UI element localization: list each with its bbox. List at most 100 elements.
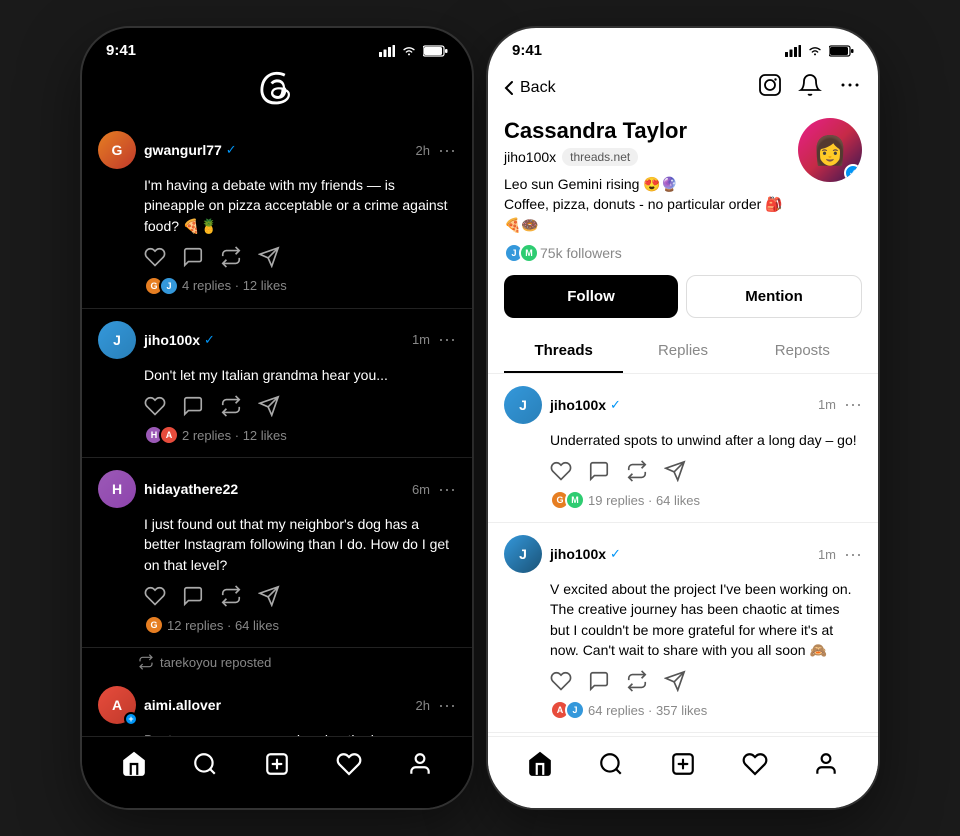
share-btn-2[interactable] bbox=[258, 395, 280, 417]
post-2-header-right: 1m ··· bbox=[412, 329, 456, 350]
more-horizontal-icon bbox=[838, 73, 862, 97]
like-btn-3[interactable] bbox=[144, 585, 166, 607]
notification-icon-btn[interactable] bbox=[798, 73, 822, 102]
repost-btn-1[interactable] bbox=[220, 246, 242, 268]
pp-2-header: J jiho100x ✓ 1m ··· bbox=[504, 535, 862, 573]
right-nav-likes[interactable] bbox=[734, 743, 776, 790]
tab-threads[interactable]: Threads bbox=[504, 330, 623, 373]
nav-profile[interactable] bbox=[399, 743, 441, 790]
mention-button[interactable]: Mention bbox=[686, 275, 862, 318]
post-2-verified: ✓ bbox=[204, 332, 215, 348]
signal-icon bbox=[379, 45, 395, 57]
profile-posts[interactable]: J jiho100x ✓ 1m ··· Underrated spots to … bbox=[488, 374, 878, 764]
post-2-time: 1m bbox=[412, 332, 430, 347]
post-3-user-info: H hidayathere22 bbox=[98, 470, 238, 508]
share-btn-1[interactable] bbox=[258, 246, 280, 268]
post-1-stats: G J 4 replies · 12 likes bbox=[144, 276, 456, 296]
follower-av-2: M bbox=[519, 243, 539, 263]
pp-1-header-right: 1m ··· bbox=[818, 394, 862, 415]
post-2-mini-avatars: H A bbox=[144, 425, 174, 445]
followers-count: 75k followers bbox=[540, 245, 622, 261]
pp-1-stats: G M 19 replies · 64 likes bbox=[550, 490, 862, 510]
like-btn-2[interactable] bbox=[144, 395, 166, 417]
pp-repost-btn-1[interactable] bbox=[626, 460, 648, 482]
post-4-username: aimi.allover bbox=[144, 697, 221, 713]
comment-btn-1[interactable] bbox=[182, 246, 204, 268]
pp-like-btn-2[interactable] bbox=[550, 670, 572, 692]
profile-post-1: J jiho100x ✓ 1m ··· Underrated spots to … bbox=[488, 374, 878, 523]
post-3-username: hidayathere22 bbox=[144, 481, 238, 497]
threads-site-badge: threads.net bbox=[562, 148, 638, 166]
pp-1-user-info: J jiho100x ✓ bbox=[504, 386, 621, 424]
profile-nav-header: Back bbox=[488, 63, 878, 110]
right-status-icons bbox=[785, 45, 854, 57]
post-2-username-row: jiho100x ✓ bbox=[144, 332, 215, 348]
right-status-time: 9:41 bbox=[512, 42, 542, 59]
repost-btn-3[interactable] bbox=[220, 585, 242, 607]
comment-btn-3[interactable] bbox=[182, 585, 204, 607]
right-signal-icon bbox=[785, 45, 801, 57]
pp-1-stats-text: 19 replies · 64 likes bbox=[588, 493, 700, 508]
pp-2-more[interactable]: ··· bbox=[844, 544, 862, 565]
pp-comment-btn-1[interactable] bbox=[588, 460, 610, 482]
post-2-more[interactable]: ··· bbox=[438, 329, 456, 350]
pp-share-btn-1[interactable] bbox=[664, 460, 686, 482]
profile-post-2: J jiho100x ✓ 1m ··· V excited about the … bbox=[488, 523, 878, 733]
post-2-username: jiho100x bbox=[144, 332, 200, 348]
nav-new-post[interactable] bbox=[256, 743, 298, 790]
right-phone: 9:41 Back bbox=[488, 28, 878, 808]
pp-mini-av-2b: J bbox=[565, 700, 585, 720]
repost-indicator: tarekoyou reposted bbox=[82, 648, 472, 674]
share-btn-3[interactable] bbox=[258, 585, 280, 607]
pp-like-btn-1[interactable] bbox=[550, 460, 572, 482]
post-1-more[interactable]: ··· bbox=[438, 140, 456, 161]
back-chevron-icon bbox=[504, 80, 514, 96]
phones-container: 9:41 G gwangurl77 bbox=[82, 28, 878, 808]
right-nav-profile[interactable] bbox=[805, 743, 847, 790]
post-2-content: Don't let my Italian grandma hear you... bbox=[144, 365, 456, 385]
post-3-more[interactable]: ··· bbox=[438, 479, 456, 500]
followers-mini-avatars: J M bbox=[504, 243, 534, 263]
pp-1-avatar: J bbox=[504, 386, 542, 424]
profile-text: Cassandra Taylor jiho100x threads.net Le… bbox=[504, 118, 798, 263]
pp-share-btn-2[interactable] bbox=[664, 670, 686, 692]
tab-replies[interactable]: Replies bbox=[623, 330, 742, 373]
post-4-more[interactable]: ··· bbox=[438, 695, 456, 716]
profile-bio-1: Leo sun Gemini rising 😍🔮 Coffee, pizza, … bbox=[504, 174, 798, 235]
more-icon-btn[interactable] bbox=[838, 73, 862, 102]
right-nav-search[interactable] bbox=[590, 743, 632, 790]
right-nav-home[interactable] bbox=[519, 743, 561, 790]
back-button[interactable]: Back bbox=[504, 79, 556, 97]
post-3-header-right: 6m ··· bbox=[412, 479, 456, 500]
post-3-content: I just found out that my neighbor's dog … bbox=[144, 514, 456, 575]
post-2-stats: H A 2 replies · 12 likes bbox=[144, 425, 456, 445]
feed-scroll[interactable]: G gwangurl77 ✓ 2h ··· I'm having a debat… bbox=[82, 119, 472, 779]
follow-button[interactable]: Follow bbox=[504, 275, 678, 318]
nav-home[interactable] bbox=[113, 743, 155, 790]
post-4-header-right: 2h ··· bbox=[416, 695, 456, 716]
comment-btn-2[interactable] bbox=[182, 395, 204, 417]
post-4-user-info: A + aimi.allover bbox=[98, 686, 221, 724]
action-buttons: Follow Mention bbox=[488, 275, 878, 330]
repost-btn-2[interactable] bbox=[220, 395, 242, 417]
pp-2-stats: A J 64 replies · 357 likes bbox=[550, 700, 862, 720]
nav-search[interactable] bbox=[184, 743, 226, 790]
left-status-bar: 9:41 bbox=[82, 28, 472, 63]
right-nav-new-post[interactable] bbox=[662, 743, 704, 790]
post-1-content: I'm having a debate with my friends — is… bbox=[144, 175, 456, 236]
post-1-time: 2h bbox=[416, 143, 430, 158]
like-btn-1[interactable] bbox=[144, 246, 166, 268]
post-4-avatar-container: A + bbox=[98, 686, 136, 724]
post-2-user-info: J jiho100x ✓ bbox=[98, 321, 215, 359]
instagram-icon-btn[interactable] bbox=[758, 73, 782, 102]
post-3-actions bbox=[144, 585, 456, 607]
pp-repost-btn-2[interactable] bbox=[626, 670, 648, 692]
tab-reposts[interactable]: Reposts bbox=[743, 330, 862, 373]
post-2-avatar: J bbox=[98, 321, 136, 359]
right-status-bar: 9:41 bbox=[488, 28, 878, 63]
profile-handle-row: jiho100x threads.net bbox=[504, 148, 798, 166]
pp-1-more[interactable]: ··· bbox=[844, 394, 862, 415]
pp-comment-btn-2[interactable] bbox=[588, 670, 610, 692]
pp-1-content: Underrated spots to unwind after a long … bbox=[550, 430, 862, 450]
nav-likes[interactable] bbox=[328, 743, 370, 790]
